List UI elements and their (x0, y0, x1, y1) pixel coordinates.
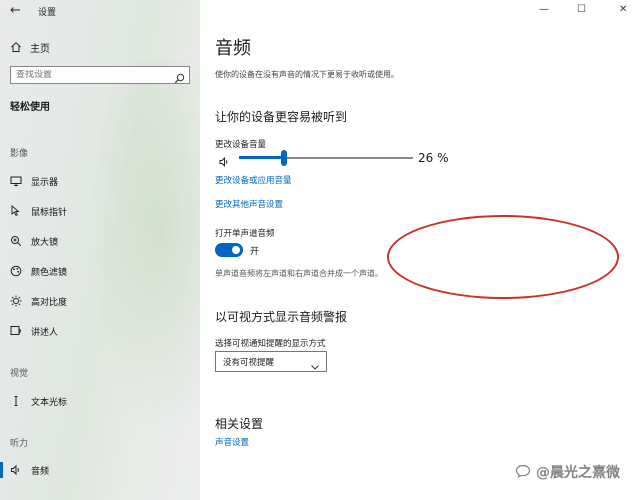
narrator-icon (10, 325, 22, 337)
mouse-pointer-icon (10, 205, 22, 217)
red-ellipse-annotation (387, 215, 619, 299)
other-sound-settings-link[interactable]: 更改其他声音设置 (215, 198, 283, 210)
section-heading: 让你的设备更容易被听到 (215, 110, 348, 124)
magnifier-icon (10, 235, 22, 247)
back-arrow-icon[interactable]: ← (10, 3, 21, 18)
dropdown-label: 选择可视通知提醒的显示方式 (215, 339, 326, 349)
mono-audio-label: 打开单声道音频 (215, 229, 275, 239)
text-cursor-icon (10, 395, 22, 407)
search-box[interactable] (10, 66, 190, 84)
close-button[interactable]: ✕ (619, 4, 627, 15)
search-icon[interactable] (174, 69, 185, 88)
sidebar-item-audio[interactable]: 音频 (0, 462, 190, 478)
sidebar-item-home[interactable]: 主页 (10, 38, 50, 57)
chevron-down-icon (310, 357, 320, 376)
high-contrast-icon (10, 295, 22, 307)
slider-thumb[interactable] (281, 150, 287, 166)
section-heading: 相关设置 (215, 417, 264, 431)
sidebar-item-high-contrast[interactable]: 高对比度 (10, 293, 190, 309)
toggle-knob (232, 246, 240, 254)
sidebar: ← 设置 主页 轻松使用 影像 显示器 鼠标指针 放大镜 (0, 0, 200, 500)
speaker-icon (219, 153, 231, 172)
sidebar-item-label: 高对比度 (31, 297, 68, 308)
app-title: 设置 (38, 8, 57, 18)
toggle-state-text: 开 (250, 247, 260, 257)
volume-slider[interactable] (239, 150, 413, 166)
watermark-text: @晨光之熹微 (536, 465, 620, 481)
audio-icon (10, 464, 22, 476)
color-filter-icon (10, 265, 22, 277)
minimize-button[interactable]: — (539, 4, 549, 15)
volume-label: 更改设备音量 (215, 140, 267, 150)
sidebar-item-display[interactable]: 显示器 (10, 173, 190, 189)
chat-bubble-icon (515, 463, 531, 482)
maximize-button[interactable]: ☐ (577, 4, 586, 15)
category-label: 视觉 (10, 369, 29, 379)
category-label: 听力 (10, 439, 29, 449)
sidebar-item-label: 鼠标指针 (31, 207, 68, 218)
sidebar-item-label: 讲述人 (31, 327, 59, 338)
sidebar-item-label: 音频 (31, 466, 50, 477)
watermark: @晨光之熹微 (515, 462, 620, 482)
mono-audio-toggle[interactable] (215, 243, 243, 257)
sidebar-item-color-filter[interactable]: 颜色滤镜 (10, 263, 190, 279)
page-title: 音频 (215, 38, 251, 59)
sidebar-item-label: 文本光标 (31, 397, 68, 408)
main-content: — ☐ ✕ 音频 使你的设备在没有声音的情况下更易于收听或使用。 让你的设备更容… (200, 0, 640, 500)
sound-settings-link[interactable]: 声音设置 (215, 436, 249, 448)
sidebar-item-label: 放大镜 (31, 237, 59, 248)
section-heading: 以可视方式显示音频警报 (215, 310, 348, 324)
slider-fill (239, 156, 284, 159)
sidebar-item-text-cursor[interactable]: 文本光标 (10, 393, 190, 409)
page-description: 使你的设备在没有声音的情况下更易于收听或使用。 (215, 70, 399, 79)
sidebar-item-mouse-pointer[interactable]: 鼠标指针 (10, 203, 190, 219)
change-app-volume-link[interactable]: 更改设备或应用音量 (215, 174, 292, 186)
sidebar-item-magnifier[interactable]: 放大镜 (10, 233, 190, 249)
sidebar-section-title: 轻松使用 (10, 102, 50, 113)
sidebar-item-label: 颜色滤镜 (31, 267, 68, 278)
sidebar-item-narrator[interactable]: 讲述人 (10, 323, 190, 339)
sidebar-item-label: 主页 (30, 44, 50, 55)
dropdown-value: 没有可视提醒 (223, 357, 275, 368)
search-input[interactable] (11, 70, 171, 80)
volume-value: 26 % (418, 151, 449, 165)
mono-audio-description: 单声道音频将左声道和右声道合并成一个声道。 (215, 269, 383, 278)
home-icon (10, 38, 22, 57)
category-label: 影像 (10, 149, 29, 159)
title-bar: ← 设置 (0, 0, 200, 24)
visual-alert-dropdown[interactable]: 没有可视提醒 (215, 351, 327, 372)
monitor-icon (10, 175, 22, 187)
sidebar-item-label: 显示器 (31, 177, 59, 188)
